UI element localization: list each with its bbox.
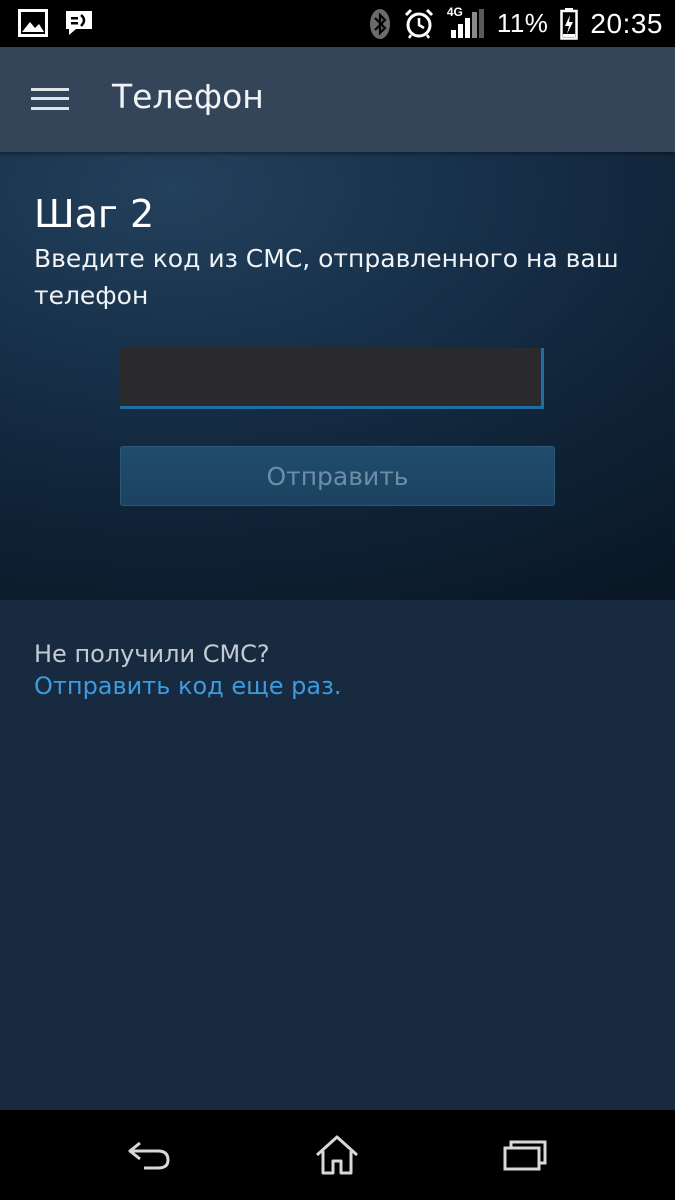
battery-percent: 11% xyxy=(496,8,549,38)
verification-step-panel: Шаг 2 Введите код из СМС, отправленного … xyxy=(0,152,675,600)
alarm-icon xyxy=(403,8,435,40)
gallery-icon xyxy=(18,9,48,37)
recent-apps-icon xyxy=(503,1140,547,1171)
status-left-icons xyxy=(18,9,94,37)
menu-button[interactable] xyxy=(20,72,80,126)
no-sms-question: Не получили СМС? xyxy=(34,640,270,668)
battery-charging-icon xyxy=(560,7,579,40)
status-right-icons: 4G 11% 20:35 xyxy=(369,0,663,47)
status-bar: 4G 11% 20:35 xyxy=(0,0,675,47)
resend-code-link[interactable]: Отправить код еще раз. xyxy=(34,670,342,702)
home-button[interactable] xyxy=(302,1130,372,1180)
phone-screen: 4G 11% 20:35 Телефон Шаг 2 Введите код и… xyxy=(0,0,675,1200)
resend-help: Не получили СМС? Отправить код еще раз. xyxy=(34,638,342,702)
hamburger-menu-icon xyxy=(31,88,69,110)
signal-icon: 4G xyxy=(447,5,485,39)
clock: 20:35 xyxy=(590,7,663,39)
submit-button[interactable]: Отправить xyxy=(120,446,555,506)
page-title: Телефон xyxy=(112,77,264,116)
step-description: Введите код из СМС, отправленного на ваш… xyxy=(34,244,619,310)
home-icon xyxy=(315,1135,359,1175)
bluetooth-icon xyxy=(369,8,391,40)
back-button[interactable] xyxy=(115,1130,185,1180)
back-icon xyxy=(128,1141,170,1170)
recent-apps-button[interactable] xyxy=(490,1130,560,1180)
system-nav-bar xyxy=(0,1110,675,1200)
message-icon xyxy=(64,9,94,37)
app-bar: Телефон xyxy=(0,47,675,152)
sms-code-input[interactable] xyxy=(120,348,544,409)
step-title: Шаг 2 xyxy=(34,192,155,236)
